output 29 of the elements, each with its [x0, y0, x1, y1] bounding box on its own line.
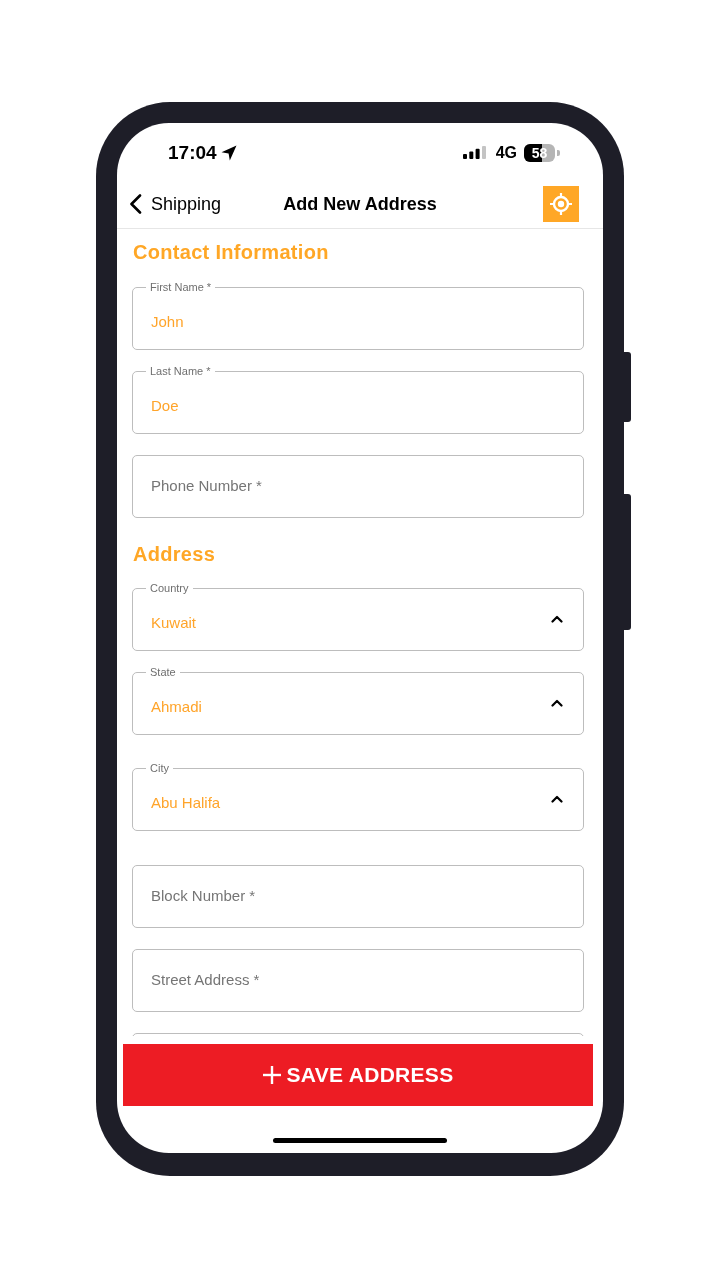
section-heading: Address	[133, 542, 216, 566]
caret-up-icon	[551, 615, 563, 623]
save-button[interactable]: SAVE ADDRESS	[123, 1044, 593, 1106]
field-label: City	[149, 761, 170, 775]
locate-button[interactable]	[543, 186, 579, 222]
input-field[interactable]: Block Number *	[132, 865, 584, 928]
network-type: 4G	[495, 143, 517, 162]
location-arrow-icon	[220, 144, 237, 161]
field-label: Country	[149, 581, 190, 595]
signal-bars-icon	[462, 146, 486, 159]
field-label: State	[149, 665, 177, 679]
back-button[interactable]: Shipping	[129, 193, 222, 215]
field-label: First Name *	[149, 280, 213, 294]
input-field[interactable]: First Name * John	[132, 280, 584, 350]
field-label: Last Name *	[149, 364, 212, 378]
crosshair-icon	[550, 193, 572, 215]
chevron-left-icon	[129, 194, 142, 214]
page-title: Add New Address	[283, 193, 437, 215]
caret-up-icon	[551, 699, 563, 707]
input-field[interactable]: Street Address *	[132, 949, 584, 1012]
input-field[interactable]: Phone Number *	[132, 455, 584, 518]
caret-up-icon	[551, 795, 563, 803]
dropdown-field[interactable]: Country Kuwait	[132, 581, 584, 651]
section-heading: Contact Information	[133, 240, 329, 264]
plus-icon	[262, 1066, 281, 1084]
dropdown-field[interactable]: State Ahmadi	[132, 665, 584, 735]
status-time: 17:04	[168, 141, 217, 164]
input-field[interactable]: Last Name * Doe	[132, 364, 584, 434]
dropdown-field[interactable]: City Abu Halifa	[132, 761, 584, 831]
